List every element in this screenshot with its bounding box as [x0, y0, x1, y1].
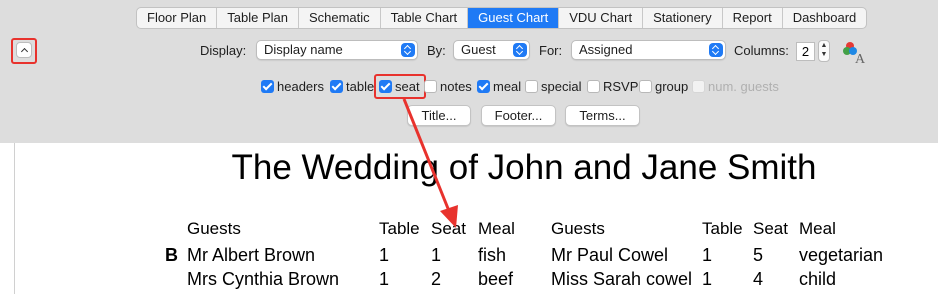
tab-dashboard[interactable]: Dashboard — [783, 8, 867, 28]
chevron-updown-icon — [709, 43, 723, 57]
guest-table: 1 — [379, 269, 390, 289]
footer-button[interactable]: Footer... — [481, 105, 556, 126]
color-picker-icon[interactable]: A — [842, 40, 866, 64]
chevron-updown-icon — [401, 43, 415, 57]
title-button[interactable]: Title... — [407, 105, 471, 126]
collapse-button-highlight — [11, 38, 37, 64]
rsvp-checkbox[interactable]: RSVP — [587, 79, 638, 94]
guest-table: 1 — [702, 245, 713, 265]
checkbox-label: headers — [277, 79, 324, 94]
columns-input[interactable]: 2 — [796, 42, 815, 61]
tab-table-chart[interactable]: Table Chart — [381, 8, 469, 28]
tab-floor-plan[interactable]: Floor Plan — [137, 8, 218, 28]
header-table: Table — [379, 219, 420, 238]
num-guests-checkbox: num. guests — [692, 79, 779, 94]
guest-meal: fish — [478, 245, 507, 265]
header-table: Table — [702, 219, 743, 238]
checkbox-icon — [525, 80, 538, 93]
tab-report[interactable]: Report — [723, 8, 783, 28]
guest-name: Miss Sarah cowel — [551, 269, 693, 289]
checkbox-label: meal — [493, 79, 522, 94]
meal-checkbox[interactable]: meal — [477, 79, 521, 94]
checkbox-icon — [261, 80, 274, 93]
header-meal: Meal — [799, 219, 836, 238]
header-seat: Seat — [431, 219, 466, 238]
checkbox-icon — [639, 80, 652, 93]
tab-guest-chart[interactable]: Guest Chart — [468, 8, 560, 28]
columns-stepper[interactable]: ▲ ▼ — [818, 40, 830, 62]
checkbox-icon — [477, 80, 490, 93]
special-checkbox[interactable]: special — [525, 79, 581, 94]
header-guests: Guests — [187, 219, 241, 238]
display-select[interactable]: Display name — [256, 40, 418, 60]
header-guests: Guests — [551, 219, 605, 238]
guest-name: Mrs Cynthia Brown — [187, 269, 340, 289]
checkbox-icon — [330, 80, 343, 93]
chart-title: The Wedding of John and Jane Smith — [231, 148, 817, 187]
checkbox-label: special — [541, 79, 582, 94]
header-seat: Seat — [753, 219, 788, 238]
guest-name: Mr Paul Cowel — [551, 245, 669, 265]
tab-stationery[interactable]: Stationery — [643, 8, 723, 28]
columns-label: Columns: — [734, 43, 789, 58]
svg-text:A: A — [855, 52, 866, 64]
guest-seat: 4 — [753, 269, 764, 289]
guest-seat: 1 — [431, 245, 442, 265]
for-select-value: Assigned — [579, 42, 633, 57]
guest-meal: child — [799, 269, 837, 289]
tab-schematic[interactable]: Schematic — [299, 8, 381, 28]
guest-name: Mr Albert Brown — [187, 245, 316, 265]
terms-button[interactable]: Terms... — [565, 105, 640, 126]
guest-meal: vegetarian — [799, 245, 884, 265]
table-checkbox[interactable]: table — [330, 79, 374, 94]
section-letter: B — [165, 245, 178, 265]
for-select[interactable]: Assigned — [571, 40, 726, 60]
checkbox-icon — [587, 80, 600, 93]
tab-vdu-chart[interactable]: VDU Chart — [559, 8, 644, 28]
headers-checkbox[interactable]: headers — [261, 79, 324, 94]
checkbox-icon — [692, 80, 705, 93]
guest-table: 1 — [379, 245, 390, 265]
by-label: By: — [427, 43, 446, 58]
checkbox-label: RSVP — [603, 79, 639, 94]
seat-checkbox-highlight — [374, 74, 426, 99]
display-label: Display: — [200, 43, 247, 58]
view-tabs: Floor Plan Table Plan Schematic Table Ch… — [136, 7, 868, 29]
guest-seat: 2 — [431, 269, 442, 289]
guest-seat: 5 — [753, 245, 764, 265]
notes-checkbox[interactable]: notes — [424, 79, 472, 94]
checkbox-label: notes — [440, 79, 472, 94]
guest-table: 1 — [702, 269, 713, 289]
checkbox-label: table — [346, 79, 375, 94]
group-checkbox[interactable]: group — [639, 79, 688, 94]
checkbox-label: group — [655, 79, 689, 94]
tab-table-plan[interactable]: Table Plan — [217, 8, 299, 28]
checkbox-icon — [424, 80, 437, 93]
guest-meal: beef — [478, 269, 514, 289]
header-meal: Meal — [478, 219, 515, 238]
by-select[interactable]: Guest — [453, 40, 530, 60]
checkbox-label: num. guests — [708, 79, 779, 94]
by-select-value: Guest — [461, 42, 496, 57]
chevron-updown-icon — [513, 43, 527, 57]
display-select-value: Display name — [264, 42, 343, 57]
for-label: For: — [539, 43, 563, 58]
